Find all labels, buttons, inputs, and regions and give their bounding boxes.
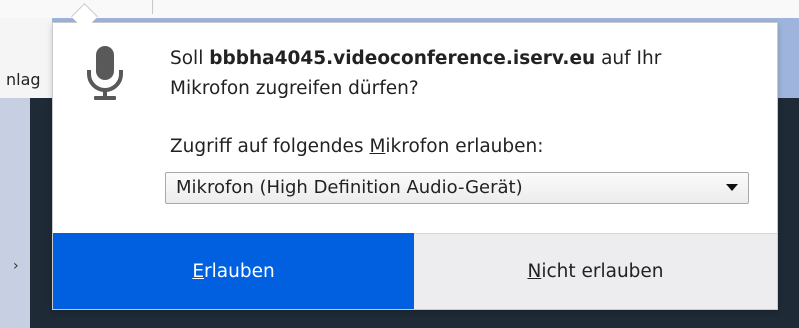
background-page-left: nlag [0, 18, 52, 98]
message-prefix: Soll [170, 48, 210, 69]
browser-toolbar [0, 0, 799, 18]
select-label-after: ikrofon erlauben: [385, 136, 544, 157]
deny-label-rest: icht erlauben [541, 261, 664, 282]
background-page-sidebar [0, 98, 30, 328]
allow-label-rest: rlauben [204, 260, 275, 282]
device-select-label: Zugriff auf folgendes Mikrofon erlauben: [170, 136, 544, 157]
deny-button[interactable]: Nicht erlauben [414, 233, 777, 309]
message-suffix: auf Ihr [595, 48, 662, 69]
requesting-host: bbbha4045.videoconference.iserv.eu [209, 48, 596, 69]
microphone-icon [85, 46, 125, 104]
select-label-before: Zugriff auf folgendes [170, 136, 370, 157]
popup-button-row: Erlauben Nicht erlauben [53, 233, 777, 309]
allow-button-label: Erlauben [192, 261, 274, 282]
deny-access-key: N [527, 261, 542, 282]
selected-device: Mikrofon (High Definition Audio-Gerät) [176, 177, 523, 198]
allow-button[interactable]: Erlauben [53, 233, 414, 309]
message-line2: Mikrofon zugreifen dürfen? [170, 78, 419, 99]
toolbar-divider [152, 0, 153, 14]
permission-message: Soll bbbha4045.videoconference.iserv.eu … [170, 44, 760, 104]
select-label-access-key: M [369, 136, 386, 157]
allow-access-key: E [192, 260, 205, 282]
deny-button-label: Nicht erlauben [527, 261, 663, 282]
chevron-down-icon [726, 184, 738, 191]
microphone-device-select[interactable]: Mikrofon (High Definition Audio-Gerät) [165, 172, 749, 204]
background-page-glyph: › [13, 258, 19, 274]
background-page-text: nlag [6, 70, 41, 89]
